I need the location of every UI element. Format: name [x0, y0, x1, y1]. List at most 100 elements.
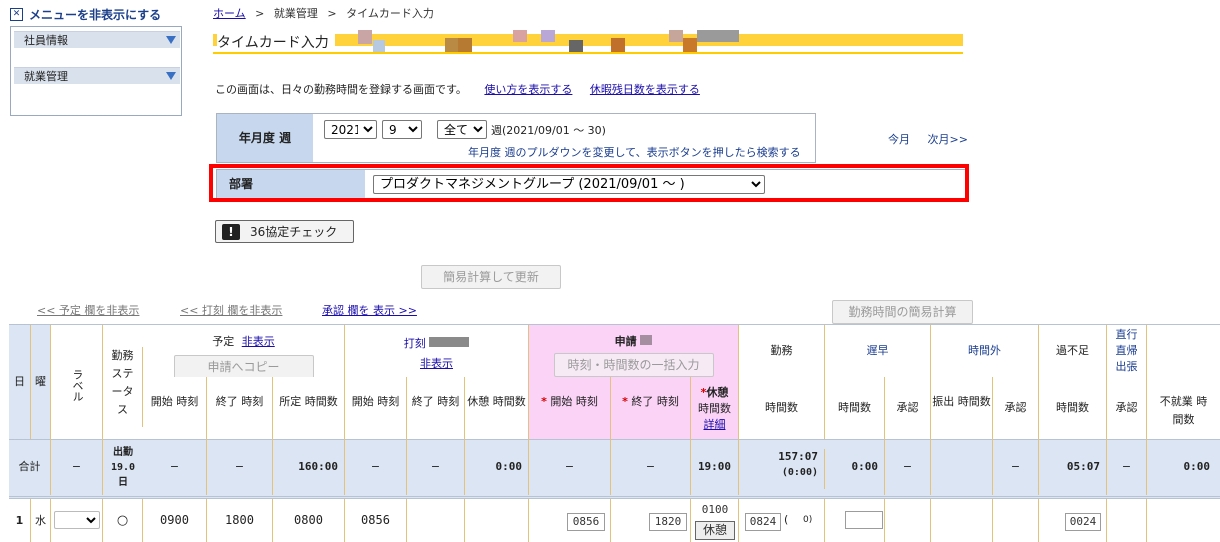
kafusoku-input[interactable]: 0024 [1065, 513, 1101, 531]
title-underline [213, 52, 963, 54]
req-end-input[interactable]: 1820 [649, 513, 687, 531]
yotei-hide-link[interactable]: 非表示 [242, 335, 275, 348]
col-label-border [51, 325, 103, 439]
yotei-end-head: 終了 時刻 [207, 377, 273, 439]
kinmu-group: 勤務 [739, 325, 825, 377]
row-label-cell [51, 499, 103, 542]
timecard-table: 日 曜 ラベル 勤務ステータス 予定 非表示 申請へコピー 開始 時刻 終了 時… [9, 324, 1220, 542]
total-dakoku-rest: 0:00 [465, 439, 529, 495]
highlight-box [209, 164, 969, 202]
calc-hours-button[interactable]: 勤務時間の簡易計算 [832, 300, 973, 324]
total-req-start: − [529, 439, 611, 495]
row-day: 1 [9, 499, 31, 542]
triangle-down-icon [166, 72, 176, 80]
yotei-title: 予定 [212, 335, 235, 348]
breadcrumb-separator: > [255, 7, 265, 20]
chisou-input[interactable] [845, 511, 883, 529]
chokko-group: 直行 直帰 出張 [1107, 325, 1147, 377]
row-kafusoku-cell: 0024 [1039, 499, 1107, 542]
req-start-head: * 開始 時刻 [529, 377, 611, 439]
redacted-block [640, 335, 653, 345]
breadcrumb-current: タイムカード入力 [346, 7, 434, 20]
row-dakoku-end [407, 499, 465, 542]
row-fushugyo [1147, 499, 1220, 542]
year-select[interactable]: 2021 [324, 120, 377, 139]
sidebar-item-attendance[interactable]: 就業管理 [14, 67, 180, 84]
dakoku-hide-link[interactable]: 非表示 [345, 355, 528, 371]
req-end-label: 終了 時刻 [631, 395, 679, 408]
week-select[interactable]: 全て [437, 120, 487, 139]
redacted-block [458, 38, 472, 52]
redacted-block [429, 337, 470, 347]
kinmu-input[interactable]: 0824 [745, 513, 781, 531]
redacted-block [358, 30, 372, 44]
row-kinmu-cell: 0824 ( 0) [739, 499, 825, 542]
total-status: 出勤 19.0 日 [111, 447, 136, 488]
dakoku-title: 打刻 [403, 337, 426, 350]
week-hint: 年月度 週のプルダウンを変更して、表示ボタンを押したら検索する [468, 146, 801, 159]
total-chokko: − [1107, 439, 1147, 495]
req-rest-sub: 時間数 [698, 402, 731, 415]
col-day: 日 [9, 325, 31, 439]
breadcrumb-home-link[interactable]: ホーム [213, 7, 246, 20]
page-title: タイムカード入力 [217, 32, 335, 52]
chisou-approve-head: 承認 [885, 377, 931, 439]
furidashi-head: 振出 時間数 [931, 377, 993, 439]
total-chisou: 0:00 [825, 439, 885, 495]
shinsei-group: 申請 時刻・時間数の一括入力 [529, 325, 739, 377]
sidebar-item-employee-info[interactable]: 社員情報 [14, 31, 180, 48]
kinmu-hours-head: 時間数 [739, 377, 825, 439]
rest-button[interactable]: 休憩 [695, 521, 735, 540]
total-kinmu-sub: (0:00) [781, 467, 818, 478]
calc-update-button[interactable]: 簡易計算して更新 [421, 265, 561, 289]
yotei-group: 予定 非表示 申請へコピー [143, 325, 345, 377]
page-title-bar: タイムカード入力 [213, 30, 963, 54]
next-month-link[interactable]: 次月>> [928, 133, 968, 146]
yotei-start-head: 開始 時刻 [143, 377, 207, 439]
toggle-yotei-link[interactable]: << 予定 欄を非表示 [37, 302, 139, 318]
required-mark: * [622, 395, 628, 408]
sidebar: 社員情報 就業管理 [10, 26, 182, 116]
row-req-start-cell: 0856 [529, 499, 611, 542]
chokko-approve-head: 承認 [1107, 377, 1147, 439]
redacted-block [513, 30, 527, 42]
jikangai-group: 時間外 [931, 325, 1039, 377]
total-req-end: − [611, 439, 691, 495]
total-shotei: 160:00 [273, 439, 345, 495]
req-rest-label: 休憩 [706, 386, 729, 399]
total-kinmu-cell: 157:07 (0:00) [739, 449, 825, 489]
toggle-shonin-link[interactable]: 承認 欄を 表示 >> [322, 302, 417, 318]
toggle-dakoku-link[interactable]: << 打刻 欄を非表示 [180, 302, 282, 318]
month-select[interactable]: 9 [382, 120, 422, 139]
redacted-block [697, 30, 739, 42]
this-month-link[interactable]: 今月 [888, 133, 910, 146]
dakoku-end-head: 終了 時刻 [407, 377, 465, 439]
total-fushugyo: 0:00 [1183, 460, 1211, 473]
redacted-block [373, 40, 385, 52]
leave-balance-link[interactable]: 休暇残日数を表示する [590, 83, 700, 96]
req-start-input[interactable]: 0856 [567, 513, 605, 531]
menu-toggle-button[interactable]: ✕ メニューを非表示にする [10, 6, 161, 23]
rest-detail-link[interactable]: 詳細 [691, 417, 738, 433]
kafusoku-hours-head: 時間数 [1039, 377, 1107, 439]
page-description: この画面は、日々の勤務時間を登録する画面です。 [215, 83, 467, 96]
total-kafusoku: 05:07 [1039, 439, 1107, 495]
kafusoku-group: 過不足 [1039, 325, 1107, 377]
row-dow: 水 [31, 499, 51, 542]
dakoku-rest-head: 休憩 時間数 [465, 377, 529, 439]
redacted-block [541, 30, 555, 42]
agreement36-check-button[interactable]: ! 36協定チェック [215, 220, 354, 243]
usage-link[interactable]: 使い方を表示する [484, 83, 572, 96]
row-req-rest-cell: 0100 休憩 [691, 499, 739, 542]
row-status: ○ [103, 499, 143, 542]
alert-icon: ! [222, 223, 240, 240]
row-yotei-start: 0900 [143, 499, 207, 542]
redacted-block [683, 38, 697, 52]
row-chisou-approve [885, 499, 931, 542]
row-label-select[interactable] [54, 511, 100, 529]
req-rest-input[interactable]: 0100 [697, 502, 733, 520]
fushugyo-group-blank [1147, 325, 1220, 377]
copy-to-request-button[interactable]: 申請へコピー [173, 355, 314, 377]
bulk-input-button[interactable]: 時刻・時間数の一括入力 [553, 353, 714, 377]
redacted-block [445, 38, 459, 52]
